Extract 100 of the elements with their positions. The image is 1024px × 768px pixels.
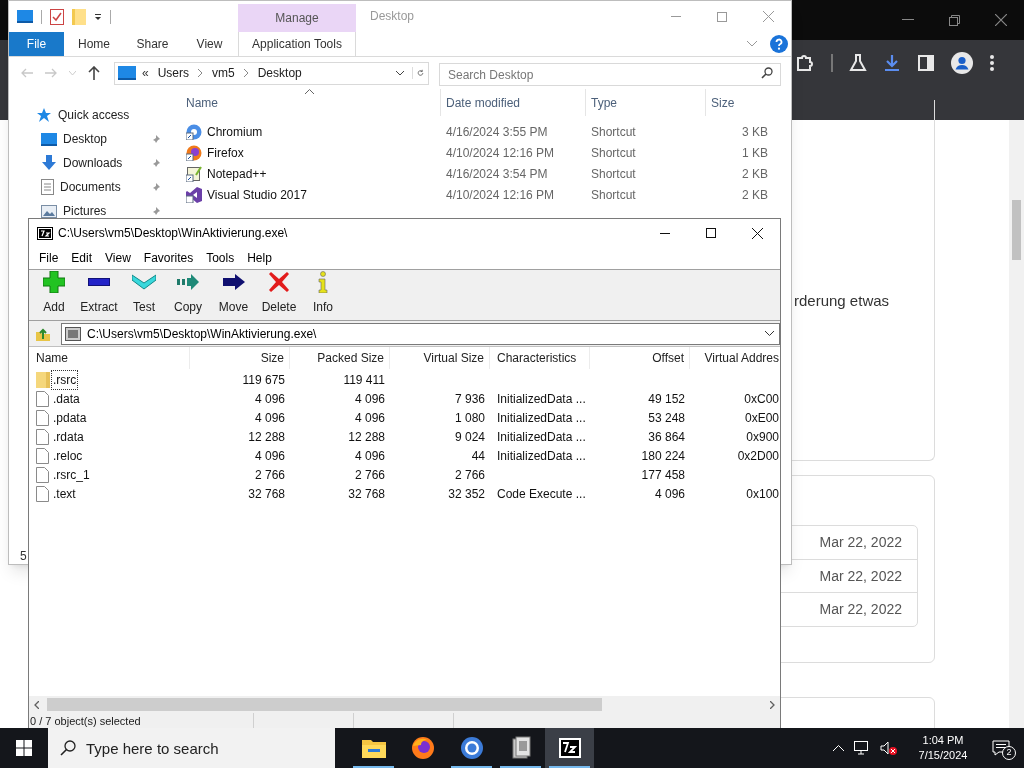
file-row[interactable]: Visual Studio 2017 4/10/2024 12:16 PM Shortcut 2 KB	[181, 184, 779, 205]
column-header[interactable]: Virtual Size	[390, 347, 490, 369]
menu-item[interactable]: Help	[241, 249, 278, 267]
profile-icon[interactable]	[951, 52, 973, 74]
file-name[interactable]: .rsrc	[52, 370, 78, 389]
maximize-icon[interactable]	[706, 228, 716, 238]
up-arrow-icon[interactable]	[88, 66, 100, 80]
virtual-size-cell: 7 936	[454, 391, 485, 406]
column-header[interactable]: Date modified	[441, 89, 586, 116]
size-cell: 32 768	[248, 486, 285, 501]
clock-date[interactable]: 7/15/2024	[918, 748, 968, 763]
file-name[interactable]: .pdata	[52, 408, 88, 427]
toolbar-button[interactable]: Copy	[166, 270, 210, 320]
search-field[interactable]: Search Desktop	[439, 63, 781, 86]
windows-icon[interactable]	[16, 740, 32, 756]
dropdown-icon[interactable]	[94, 12, 102, 21]
scrollbar[interactable]	[1009, 120, 1024, 728]
file-tab[interactable]: File	[9, 32, 64, 56]
file-name[interactable]: .text	[52, 484, 77, 503]
folder-icon	[361, 738, 386, 758]
file-name[interactable]: .data	[52, 389, 81, 408]
ribbon-tab[interactable]: Share	[124, 32, 181, 56]
scroll-left-icon[interactable]	[34, 700, 39, 709]
notifications-icon[interactable]	[992, 740, 1010, 756]
breadcrumb-overflow[interactable]: «	[142, 64, 149, 82]
toolbar-button[interactable]: Delete	[257, 270, 301, 320]
menu-item[interactable]: File	[33, 249, 65, 267]
document-icon	[41, 179, 54, 195]
puzzle-icon[interactable]	[795, 53, 815, 73]
pin-icon[interactable]	[151, 182, 161, 192]
toolbar-button[interactable]: Move	[212, 270, 255, 320]
chevron-up-icon[interactable]	[833, 745, 844, 751]
chevron-right-icon[interactable]	[198, 69, 204, 77]
nav-item[interactable]: Desktop	[63, 132, 108, 146]
path-field[interactable]: C:\Users\vm5\Desktop\WinAktivierung.exe\	[61, 322, 780, 345]
file-icon	[36, 447, 49, 464]
ribbon-tab[interactable]: Home	[64, 32, 124, 56]
close-icon[interactable]	[751, 227, 763, 239]
pin-icon[interactable]	[151, 158, 161, 168]
type-cell-text: Shortcut	[590, 123, 637, 141]
nav-item[interactable]: Downloads	[63, 156, 123, 170]
column-header[interactable]: Characteristics	[490, 347, 590, 369]
menu-icon[interactable]	[989, 54, 995, 72]
column-header[interactable]: Type	[586, 89, 706, 116]
nav-item[interactable]: Pictures	[63, 204, 107, 218]
taskbar-app[interactable]	[545, 728, 594, 768]
clock-time[interactable]: 1:04 PM	[922, 733, 964, 748]
file-name[interactable]: .reloc	[52, 446, 84, 465]
ribbon-tab[interactable]: View	[181, 32, 238, 56]
caret-icon[interactable]	[765, 331, 774, 336]
help-icon[interactable]	[770, 35, 788, 53]
column-header[interactable]: Name	[181, 89, 441, 116]
flask-icon[interactable]	[849, 54, 867, 72]
muted-speaker-icon[interactable]	[880, 741, 898, 755]
breadcrumb-item[interactable]: vm5	[212, 64, 235, 82]
restore-icon[interactable]	[949, 14, 960, 26]
minimize-icon[interactable]	[660, 232, 670, 234]
network-icon[interactable]	[854, 741, 870, 755]
breadcrumb-item[interactable]: Desktop	[257, 64, 302, 82]
search-icon[interactable]	[761, 66, 773, 79]
column-header[interactable]: Size	[706, 89, 776, 116]
menu-item[interactable]: Tools	[200, 249, 241, 267]
column-header[interactable]: Offset	[590, 347, 690, 369]
column-header[interactable]: Name	[29, 347, 190, 369]
shortcut-icon	[186, 186, 202, 203]
search-field[interactable]: Type here to search	[48, 728, 335, 768]
menu-item[interactable]: View	[99, 249, 137, 267]
properties-icon[interactable]	[50, 8, 64, 25]
toolbar-button[interactable]: Test	[124, 270, 164, 320]
column-header[interactable]: Size	[190, 347, 290, 369]
chevron-right-icon[interactable]	[243, 69, 249, 77]
file-name[interactable]: .rsrc_1	[52, 465, 91, 484]
toolbar-button[interactable]: Extract	[76, 270, 122, 320]
file-row[interactable]: Chromium 4/16/2024 3:55 PM Shortcut 3 KB	[181, 121, 779, 142]
column-header[interactable]: Packed Size	[290, 347, 390, 369]
star-icon	[36, 107, 52, 123]
nav-item[interactable]: Quick access	[58, 108, 130, 122]
refresh-icon[interactable]	[412, 67, 424, 79]
toolbar-button[interactable]: Info	[303, 270, 343, 320]
nav-item[interactable]: Documents	[60, 180, 121, 194]
caret-icon[interactable]	[396, 70, 404, 76]
horizontal-scrollbar[interactable]	[29, 696, 780, 713]
side-panel-icon[interactable]	[917, 54, 935, 72]
chevron-down-icon[interactable]	[747, 41, 757, 47]
breadcrumb-item[interactable]: Users	[157, 64, 190, 82]
menu-item[interactable]: Favorites	[137, 249, 200, 267]
size-cell-text: 3 KB	[741, 123, 769, 141]
file-name[interactable]: .rdata	[52, 427, 85, 446]
file-row[interactable]: Notepad++ 4/16/2024 3:54 PM Shortcut 2 KB	[181, 163, 779, 184]
pin-icon[interactable]	[151, 134, 161, 144]
file-row[interactable]: Firefox 4/10/2024 12:16 PM Shortcut 1 KB	[181, 142, 779, 163]
menu-item[interactable]: Edit	[65, 249, 99, 267]
pin-icon[interactable]	[151, 206, 161, 216]
scroll-right-icon[interactable]	[770, 700, 775, 709]
toolbar-button[interactable]: Add	[34, 270, 74, 320]
scrollbar-thumb[interactable]	[47, 698, 602, 711]
column-header[interactable]: Virtual Addres	[690, 347, 780, 369]
scrollbar-thumb[interactable]	[1012, 200, 1021, 260]
download-icon[interactable]	[883, 54, 901, 72]
address-bar[interactable]: « Users vm5 Desktop	[114, 61, 429, 85]
